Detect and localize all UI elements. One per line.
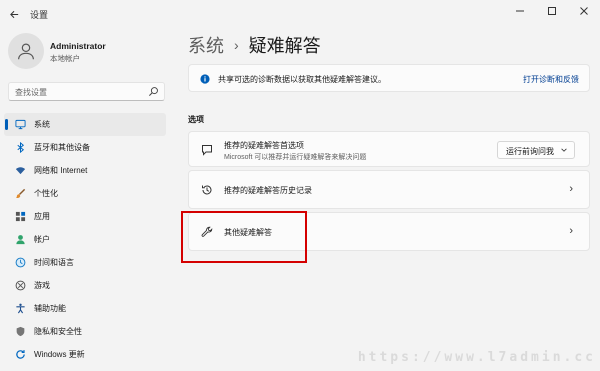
sidebar-item-label: 帐户 bbox=[34, 235, 50, 244]
open-diagnostics-link[interactable]: 打开诊断和反馈 bbox=[523, 74, 579, 85]
info-icon bbox=[200, 74, 210, 84]
xbox-icon bbox=[15, 280, 26, 291]
recommended-history-card[interactable]: 推荐的疑难解答历史记录 › bbox=[188, 170, 590, 209]
app-title: 设置 bbox=[30, 10, 49, 20]
card-title: 推荐的疑难解答首选项 bbox=[224, 141, 304, 150]
chevron-right-icon: › bbox=[569, 225, 573, 237]
wrench-icon bbox=[201, 226, 213, 238]
sidebar-item-label: Windows 更新 bbox=[34, 350, 85, 359]
avatar bbox=[8, 33, 44, 69]
apps-icon bbox=[15, 211, 26, 222]
sidebar-item-apps[interactable]: 应用 bbox=[4, 205, 166, 228]
title-bar: 设置 bbox=[0, 0, 600, 28]
sidebar-item-label: 辅助功能 bbox=[34, 304, 66, 313]
settings-search[interactable] bbox=[8, 82, 165, 101]
monitor-icon bbox=[15, 119, 26, 130]
close-button[interactable] bbox=[568, 0, 600, 22]
sidebar-item-time-language[interactable]: 时间和语言 bbox=[4, 251, 166, 274]
watermark: https://www.l7admin.cc bbox=[357, 350, 596, 365]
sidebar-item-label: 个性化 bbox=[34, 189, 58, 198]
person-icon bbox=[18, 43, 34, 60]
card-title: 其他疑难解答 bbox=[224, 228, 272, 237]
search-icon[interactable] bbox=[148, 86, 159, 97]
sidebar-item-label: 网络和 Internet bbox=[34, 166, 88, 175]
page-title: 疑难解答 bbox=[248, 36, 321, 56]
dropdown-value: 运行前询问我 bbox=[506, 147, 554, 156]
wifi-icon bbox=[15, 165, 26, 176]
troubleshooter-preference-dropdown[interactable]: 运行前询问我 bbox=[497, 141, 575, 159]
window-controls bbox=[504, 0, 600, 24]
diagnostic-info-bar: 共享可选的诊断数据以获取其他疑难解答建议。 打开诊断和反馈 bbox=[188, 64, 590, 92]
sidebar-item-network[interactable]: 网络和 Internet bbox=[4, 159, 166, 182]
chat-bubble-icon bbox=[201, 144, 213, 156]
card-title: 推荐的疑难解答历史记录 bbox=[224, 186, 312, 195]
sidebar-item-label: 系统 bbox=[34, 120, 50, 129]
sidebar-item-bluetooth[interactable]: 蓝牙和其他设备 bbox=[4, 136, 166, 159]
accessibility-icon bbox=[15, 303, 26, 314]
globe-clock-icon bbox=[15, 257, 26, 268]
sidebar-item-label: 游戏 bbox=[34, 281, 50, 290]
search-input[interactable] bbox=[15, 86, 145, 98]
sidebar-item-label: 时间和语言 bbox=[34, 258, 74, 267]
minimize-button[interactable] bbox=[504, 0, 536, 22]
sidebar-item-accounts[interactable]: 帐户 bbox=[4, 228, 166, 251]
chevron-down-icon bbox=[561, 148, 567, 152]
history-icon bbox=[201, 184, 213, 196]
account-type: 本地帐户 bbox=[50, 54, 80, 63]
sidebar-item-privacy-security[interactable]: 隐私和安全性 bbox=[4, 320, 166, 343]
shield-icon bbox=[15, 326, 26, 337]
other-troubleshooters-card[interactable]: 其他疑难解答 › bbox=[188, 212, 590, 251]
info-text: 共享可选的诊断数据以获取其他疑难解答建议。 bbox=[218, 75, 386, 84]
update-icon bbox=[15, 349, 26, 360]
sidebar-item-label: 应用 bbox=[34, 212, 50, 221]
sidebar-item-accessibility[interactable]: 辅助功能 bbox=[4, 297, 166, 320]
sidebar-nav: 系统 蓝牙和其他设备 网络和 Internet 个性化 应用 帐户 时间和语言 … bbox=[4, 113, 166, 366]
sidebar-item-label: 蓝牙和其他设备 bbox=[34, 143, 90, 152]
sidebar-item-label: 隐私和安全性 bbox=[34, 327, 82, 336]
user-profile[interactable]: Administrator 本地帐户 bbox=[8, 33, 178, 73]
section-title: 选项 bbox=[188, 115, 204, 124]
card-subtitle: Microsoft 可以推荐并运行疑难解答来解决问题 bbox=[224, 154, 367, 161]
sidebar-item-windows-update[interactable]: Windows 更新 bbox=[4, 343, 166, 366]
breadcrumb: 系统 › 疑难解答 bbox=[188, 32, 321, 58]
user-name: Administrator bbox=[50, 41, 106, 51]
chevron-right-icon: › bbox=[569, 183, 573, 195]
person-icon bbox=[15, 234, 26, 245]
maximize-button[interactable] bbox=[536, 0, 568, 22]
breadcrumb-parent[interactable]: 系统 bbox=[188, 32, 224, 58]
brush-icon bbox=[15, 188, 26, 199]
back-arrow-icon[interactable] bbox=[6, 6, 22, 22]
breadcrumb-separator: › bbox=[234, 37, 239, 53]
bluetooth-icon bbox=[15, 142, 26, 153]
sidebar-item-system[interactable]: 系统 bbox=[4, 113, 166, 136]
sidebar-item-personalization[interactable]: 个性化 bbox=[4, 182, 166, 205]
sidebar-item-gaming[interactable]: 游戏 bbox=[4, 274, 166, 297]
recommended-preferences-card[interactable]: 推荐的疑难解答首选项 Microsoft 可以推荐并运行疑难解答来解决问题 运行… bbox=[188, 131, 590, 167]
